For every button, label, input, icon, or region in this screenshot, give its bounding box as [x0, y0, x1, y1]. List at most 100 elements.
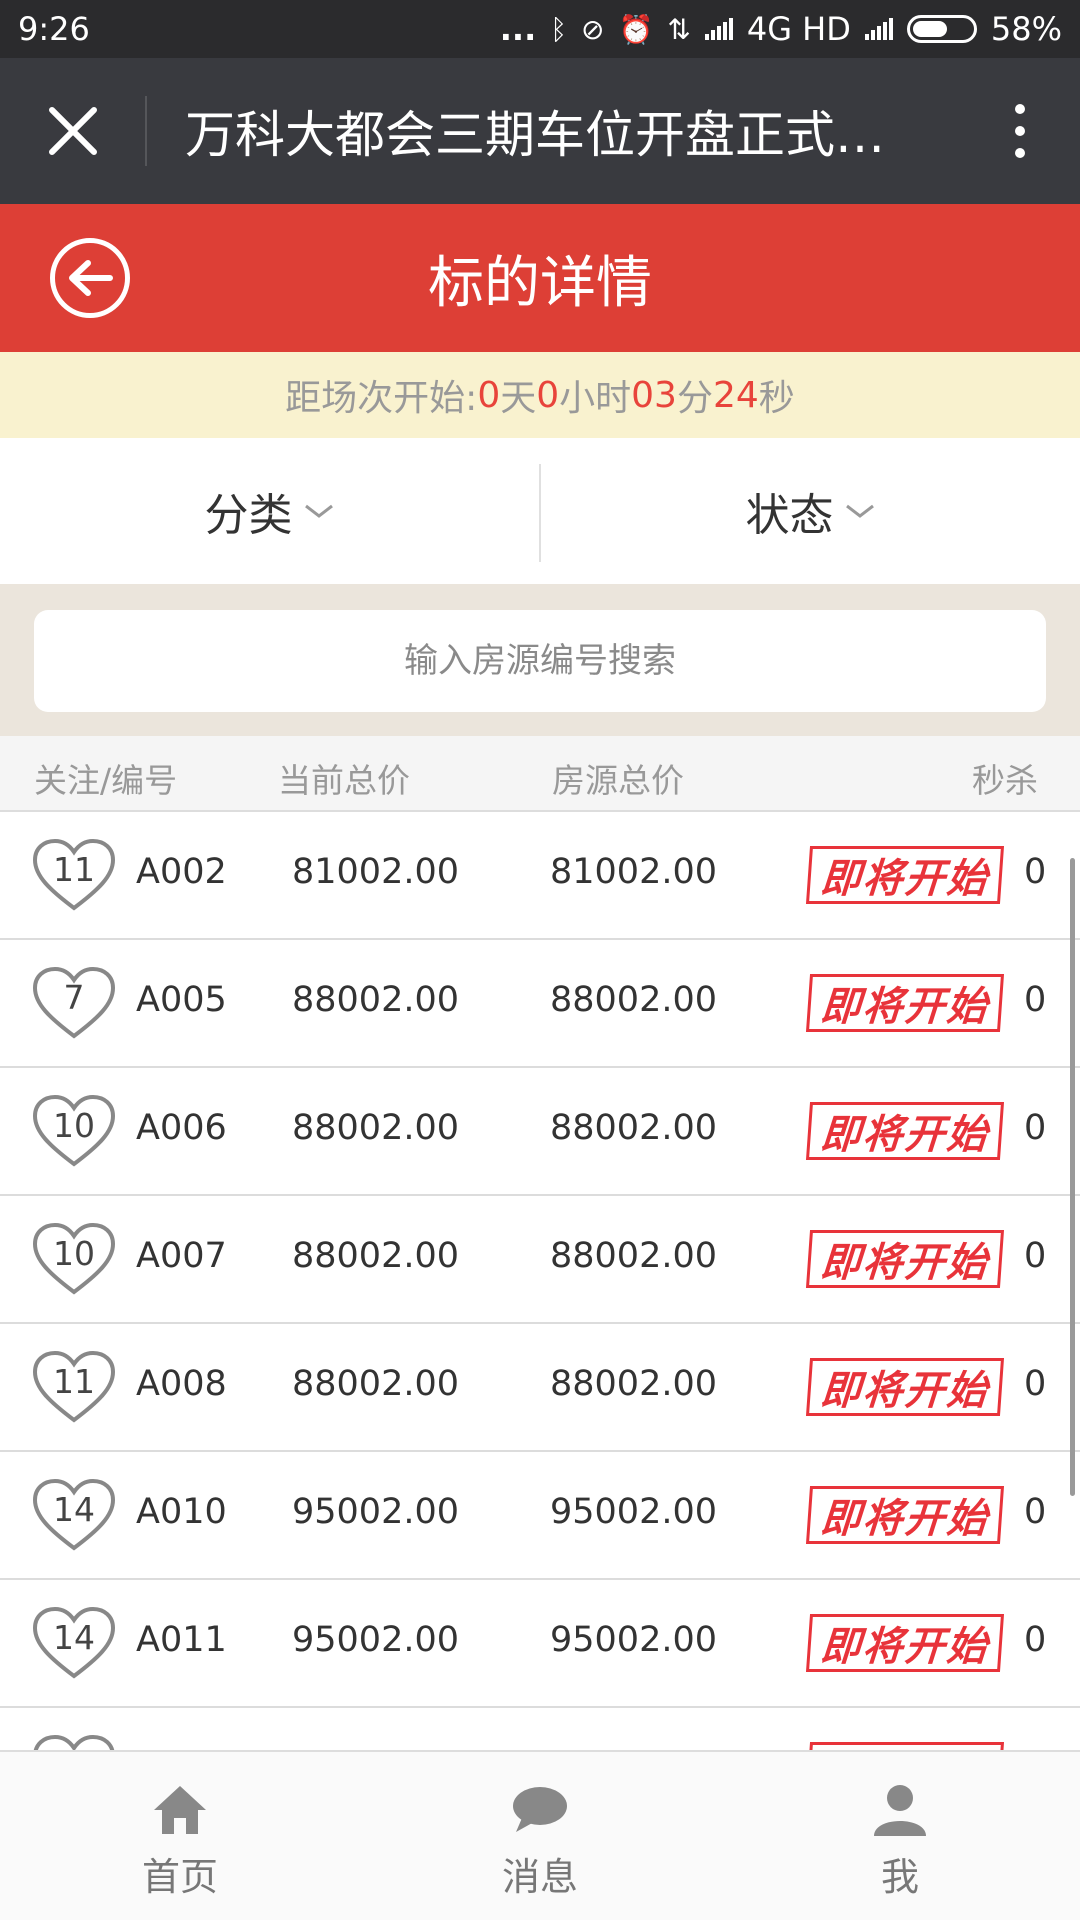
follow-count: 14 [53, 1490, 95, 1529]
table-row[interactable]: 14 A011 95002.00 95002.00 即将开始 0 [0, 1580, 1080, 1708]
chevron-down-icon [845, 504, 874, 518]
follow-count: 14 [53, 1618, 95, 1657]
battery-icon [906, 15, 977, 43]
status-bar: 9:26 ... ᛒ ⊘ ⏰ ⇅ 4G HD 58% [0, 0, 1080, 58]
table-row[interactable]: 即将开始 [0, 1708, 1080, 1750]
tab-messages-label: 消息 [501, 1855, 578, 1899]
countdown-seconds-unit: 秒 [758, 378, 795, 419]
bottom-tab-bar: 首页 消息 我 [0, 1750, 1080, 1920]
total-price: 88002.00 [550, 980, 718, 1020]
follow-heart-button[interactable]: 10 [30, 1092, 118, 1170]
follow-heart-button[interactable]: 11 [30, 1348, 118, 1426]
coming-soon-badge: 即将开始 [805, 974, 1005, 1032]
scrollbar[interactable] [1070, 858, 1075, 1496]
header-total-price: 房源总价 [552, 761, 684, 800]
alarm-icon: ⏰ [618, 12, 654, 46]
current-price: 88002.00 [292, 1236, 460, 1276]
category-filter[interactable]: 分类 [0, 438, 539, 584]
listing-code: A010 [136, 1492, 227, 1532]
more-vertical-icon [1015, 104, 1025, 114]
countdown-minutes: 03 [631, 374, 677, 416]
listing-code: A008 [136, 1364, 227, 1404]
more-button[interactable] [960, 58, 1080, 204]
flash-sale-count: 0 [1024, 1620, 1047, 1660]
follow-count: 11 [53, 1362, 95, 1401]
flash-sale-count: 0 [1024, 980, 1047, 1020]
coming-soon-badge: 即将开始 [805, 846, 1005, 904]
table-row[interactable]: 7 A005 88002.00 88002.00 即将开始 0 [0, 940, 1080, 1068]
flash-sale-count: 0 [1024, 1236, 1047, 1276]
countdown-days-unit: 天 [500, 378, 537, 419]
total-price: 95002.00 [550, 1492, 718, 1532]
tab-home[interactable]: 首页 [0, 1752, 360, 1920]
coming-soon-badge: 即将开始 [805, 1230, 1005, 1288]
follow-count: 7 [63, 978, 85, 1017]
flash-sale-count: 0 [1024, 1492, 1047, 1532]
follow-heart-button[interactable]: 10 [30, 1220, 118, 1298]
close-button[interactable] [0, 58, 145, 204]
header-follow: 关注/编号 [34, 761, 178, 800]
table-header: 关注/编号 当前总价 房源总价 秒杀 [0, 736, 1080, 812]
current-price: 95002.00 [292, 1620, 460, 1660]
total-price: 88002.00 [550, 1236, 718, 1276]
wechat-top-bar: 万科大都会三期车位开盘正式… [0, 58, 1080, 204]
page-header: 标的详情 [0, 204, 1080, 352]
status-time: 9:26 [18, 10, 90, 48]
follow-heart-button[interactable]: 11 [30, 836, 118, 914]
table-row[interactable]: 11 A008 88002.00 88002.00 即将开始 0 [0, 1324, 1080, 1452]
data-transfer-icon: ⇅ [667, 12, 691, 46]
coming-soon-badge: 即将开始 [805, 1358, 1005, 1416]
tab-me[interactable]: 我 [720, 1752, 1080, 1920]
follow-count: 10 [53, 1106, 95, 1145]
status-filter-label: 状态 [745, 490, 834, 541]
status-icons: ... ᛒ ⊘ ⏰ ⇅ 4G HD 58% [500, 10, 1062, 48]
current-price: 88002.00 [292, 1364, 460, 1404]
follow-heart-button[interactable]: 14 [30, 1604, 118, 1682]
current-price: 88002.00 [292, 1108, 460, 1148]
coming-soon-badge: 即将开始 [805, 1102, 1005, 1160]
countdown-seconds: 24 [712, 374, 759, 416]
table-row[interactable]: 14 A010 95002.00 95002.00 即将开始 0 [0, 1452, 1080, 1580]
status-dots: ... [499, 10, 537, 48]
listing-code: A011 [136, 1620, 227, 1660]
table-row[interactable]: 10 A006 88002.00 88002.00 即将开始 0 [0, 1068, 1080, 1196]
network-label: 4G HD [746, 10, 851, 48]
search-input[interactable] [34, 610, 1046, 712]
current-price: 81002.00 [292, 852, 460, 892]
bluetooth-icon: ᛒ [550, 12, 568, 46]
total-price: 88002.00 [550, 1108, 718, 1148]
status-filter[interactable]: 状态 [541, 438, 1080, 584]
total-price: 88002.00 [550, 1364, 718, 1404]
tab-home-label: 首页 [141, 1855, 218, 1899]
listing-code: A006 [136, 1108, 227, 1148]
filter-bar: 分类 状态 [0, 438, 1080, 584]
signal-2-icon [864, 18, 893, 40]
wechat-page-title: 万科大都会三期车位开盘正式… [185, 106, 885, 164]
category-filter-label: 分类 [204, 490, 293, 541]
search-area [0, 584, 1080, 736]
back-button[interactable] [50, 238, 130, 318]
total-price: 95002.00 [550, 1620, 718, 1660]
table-row[interactable]: 10 A007 88002.00 88002.00 即将开始 0 [0, 1196, 1080, 1324]
follow-count: 10 [53, 1234, 95, 1273]
header-flash-sale: 秒杀 [972, 761, 1038, 800]
countdown-minutes-unit: 分 [676, 378, 713, 419]
follow-count: 11 [53, 850, 95, 889]
follow-heart-button[interactable] [30, 1732, 118, 1750]
flash-sale-count: 0 [1024, 1108, 1047, 1148]
tab-messages[interactable]: 消息 [360, 1752, 720, 1920]
follow-heart-button[interactable]: 7 [30, 964, 118, 1042]
listing-table: 11 A002 81002.00 81002.00 即将开始 0 7 A005 88002.00… [0, 812, 1080, 1750]
table-row[interactable]: 11 A002 81002.00 81002.00 即将开始 0 [0, 812, 1080, 940]
message-icon [513, 1787, 567, 1832]
total-price: 81002.00 [550, 852, 718, 892]
flash-sale-count: 0 [1024, 1364, 1047, 1404]
user-icon [874, 1785, 926, 1836]
vibrate-off-icon: ⊘ [581, 12, 605, 46]
battery-percent: 58% [990, 10, 1062, 48]
flash-sale-count: 0 [1024, 852, 1047, 892]
listing-code: A002 [136, 852, 227, 892]
coming-soon-badge: 即将开始 [805, 1614, 1005, 1672]
follow-heart-button[interactable]: 14 [30, 1476, 118, 1554]
countdown-hours-unit: 小时 [559, 378, 632, 419]
